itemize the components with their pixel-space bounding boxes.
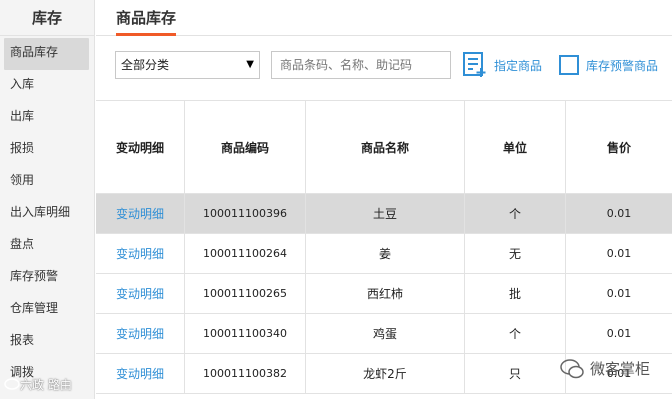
product-code: 100011100264 — [185, 234, 306, 273]
sidebar-item-warehouse[interactable]: 仓库管理 — [0, 294, 94, 326]
product-code: 100011100265 — [185, 274, 306, 313]
list-add-icon — [463, 52, 486, 77]
col-header-detail: 变动明细 — [96, 101, 185, 193]
watermark-left: 六政 路由 — [4, 376, 72, 393]
main-panel: 商品库存 全部分类 ▼ 指定商品 库存预警商品 变动明细 商品编码 — [96, 0, 672, 399]
assign-products-button[interactable]: 指定商品 — [462, 51, 542, 79]
sidebar-item-use[interactable]: 领用 — [0, 166, 94, 198]
sidebar-item-stock-warning[interactable]: 库存预警 — [0, 262, 94, 294]
category-select-value: 全部分类 — [121, 58, 170, 72]
product-code: 100011100340 — [185, 314, 306, 353]
sidebar-item-inventory-check[interactable]: 盘点 — [0, 230, 94, 262]
product-code: 100011100396 — [185, 194, 306, 233]
product-price: 0.01 — [606, 207, 632, 220]
search-input[interactable] — [271, 51, 451, 79]
detail-link[interactable]: 变动明细 — [116, 285, 164, 302]
sidebar-item-inbound[interactable]: 入库 — [0, 70, 94, 102]
col-header-code: 商品编码 — [185, 101, 306, 193]
product-unit: 无 — [465, 234, 566, 273]
col-header-price: 售价 — [606, 140, 631, 155]
product-name: 西红柿 — [306, 274, 465, 313]
category-select[interactable]: 全部分类 ▼ — [115, 51, 260, 79]
sidebar-item-in-out-detail[interactable]: 出入库明细 — [0, 198, 94, 230]
stock-warning-toggle[interactable]: 库存预警商品 — [559, 55, 658, 75]
product-price: 0.01 — [606, 327, 632, 340]
tab-product-stock[interactable]: 商品库存 — [116, 7, 177, 36]
detail-link[interactable]: 变动明细 — [116, 325, 164, 342]
product-name: 姜 — [306, 234, 465, 273]
product-code: 100011100382 — [185, 354, 306, 393]
table-row[interactable]: 变动明细 100011100396 土豆 个 0.01 — [96, 194, 672, 234]
product-unit: 个 — [465, 314, 566, 353]
product-unit: 个 — [465, 194, 566, 233]
chat-bubble-icon — [4, 377, 20, 390]
detail-link[interactable]: 变动明细 — [116, 365, 164, 382]
sidebar: 库存 商品库存 入库 出库 报损 领用 出入库明细 盘点 库存预警 仓库管理 报… — [0, 0, 95, 399]
product-name: 土豆 — [306, 194, 465, 233]
col-header-unit: 单位 — [465, 101, 566, 193]
col-header-name: 商品名称 — [306, 101, 465, 193]
sidebar-item-loss[interactable]: 报损 — [0, 134, 94, 166]
watermark-left-text: 六政 路由 — [20, 378, 72, 392]
stock-warning-checkbox[interactable] — [559, 55, 579, 75]
sidebar-item-stock[interactable]: 商品库存 — [4, 38, 89, 70]
product-name: 龙虾2斤 — [306, 354, 465, 393]
sidebar-title: 库存 — [0, 0, 94, 36]
stock-warning-label: 库存预警商品 — [586, 58, 659, 73]
sidebar-item-reports[interactable]: 报表 — [0, 326, 94, 358]
watermark-right-text: 微客掌柜 — [590, 360, 651, 378]
product-price: 0.01 — [606, 287, 632, 300]
product-unit: 只 — [465, 354, 566, 393]
assign-products-label: 指定商品 — [494, 58, 543, 73]
table-row[interactable]: 变动明细 100011100264 姜 无 0.01 — [96, 234, 672, 274]
tab-bar: 商品库存 — [96, 0, 672, 36]
table-row[interactable]: 变动明细 100011100265 西红柿 批 0.01 — [96, 274, 672, 314]
table-header-row: 变动明细 商品编码 商品名称 单位 售价 — [96, 101, 672, 194]
product-price: 0.01 — [606, 247, 632, 260]
toolbar: 全部分类 ▼ 指定商品 库存预警商品 — [96, 36, 672, 100]
wechat-icon — [560, 358, 584, 378]
watermark-right: 微客掌柜 — [560, 358, 650, 379]
product-name: 鸡蛋 — [306, 314, 465, 353]
stock-table: 变动明细 商品编码 商品名称 单位 售价 变动明细 100011100396 土… — [96, 100, 672, 394]
product-unit: 批 — [465, 274, 566, 313]
table-row[interactable]: 变动明细 100011100340 鸡蛋 个 0.01 — [96, 314, 672, 354]
detail-link[interactable]: 变动明细 — [116, 205, 164, 222]
sidebar-item-outbound[interactable]: 出库 — [0, 102, 94, 134]
dropdown-arrow-icon: ▼ — [246, 59, 254, 70]
detail-link[interactable]: 变动明细 — [116, 245, 164, 262]
